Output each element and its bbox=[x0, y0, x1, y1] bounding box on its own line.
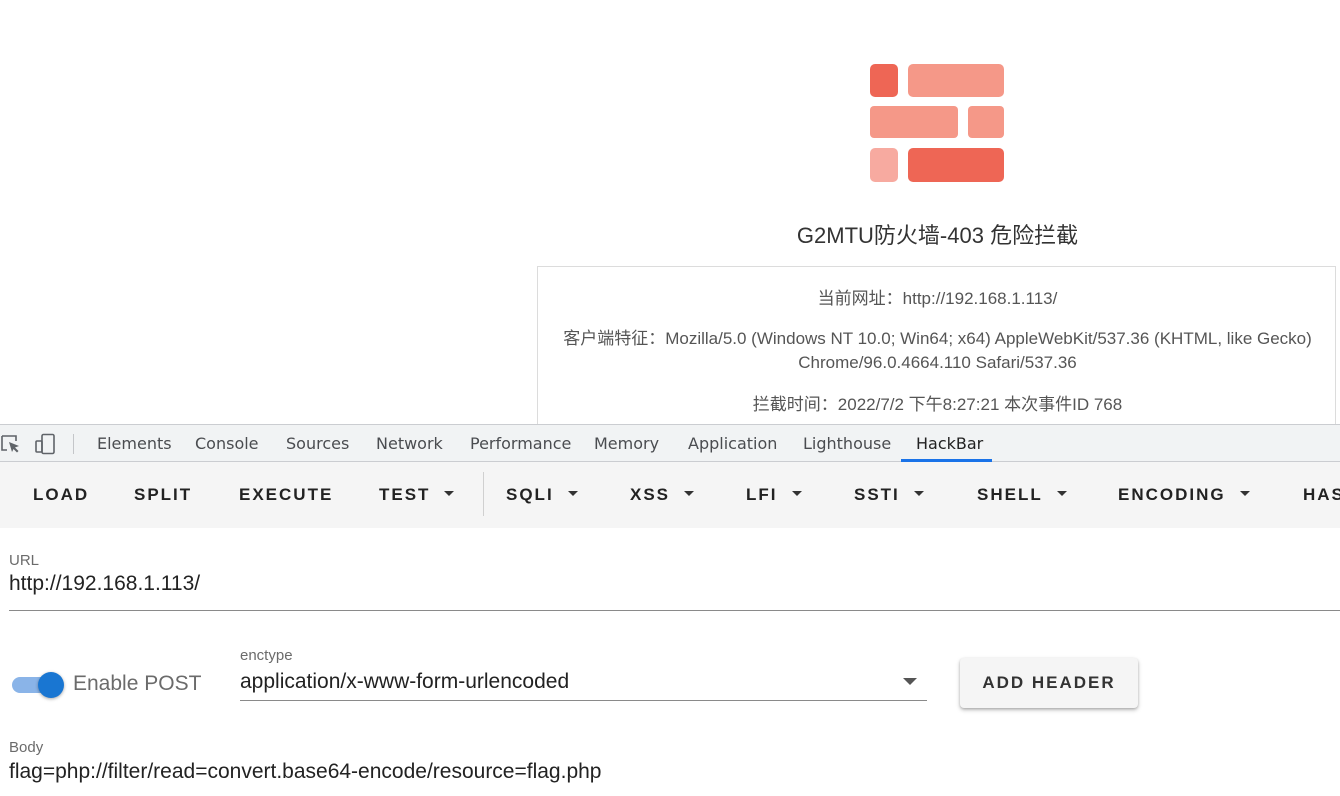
current-url-text: 当前网址：http://192.168.1.113/ bbox=[817, 289, 1058, 308]
test-menu-label: TEST bbox=[379, 485, 431, 504]
body-label: Body bbox=[9, 739, 44, 756]
enctype-select[interactable]: application/x-www-form-urlencoded bbox=[240, 670, 569, 694]
firewall-brick-logo bbox=[870, 64, 1004, 182]
url-input-underline bbox=[9, 610, 1340, 611]
caret-down-icon bbox=[1239, 491, 1250, 497]
lfi-menu-label: LFI bbox=[746, 485, 778, 504]
devtools-panel: Elements Console Sources Network Perform… bbox=[0, 424, 1340, 796]
inspect-element-icon[interactable] bbox=[0, 433, 22, 455]
encoding-menu-button[interactable]: ENCODING bbox=[1118, 462, 1250, 528]
hashing-menu-button[interactable]: HAS bbox=[1303, 462, 1340, 528]
caret-down-icon bbox=[444, 491, 455, 497]
caret-down-icon bbox=[791, 491, 802, 497]
enctype-select-underline bbox=[240, 700, 927, 701]
tab-network[interactable]: Network bbox=[376, 425, 443, 462]
block-info-box: 当前网址：http://192.168.1.113/ 客户端特征：Mozilla… bbox=[537, 266, 1336, 424]
body-input[interactable]: flag=php://filter/read=convert.base64-en… bbox=[9, 760, 601, 784]
hackbar-toolbar: LOAD SPLIT EXECUTE TEST SQLI XSS LFI SST… bbox=[0, 462, 1340, 528]
devtools-tab-bar: Elements Console Sources Network Perform… bbox=[0, 424, 1340, 462]
caret-down-icon bbox=[684, 491, 695, 497]
ssti-menu-label: SSTI bbox=[854, 485, 900, 504]
encoding-menu-label: ENCODING bbox=[1118, 485, 1226, 504]
split-button[interactable]: SPLIT bbox=[134, 462, 192, 528]
enable-post-label: Enable POST bbox=[73, 672, 202, 695]
tab-elements[interactable]: Elements bbox=[97, 425, 172, 462]
dropdown-arrow-icon[interactable] bbox=[903, 678, 917, 685]
user-agent-text: 客户端特征：Mozilla/5.0 (Windows NT 10.0; Win6… bbox=[563, 329, 1312, 372]
ssti-menu-button[interactable]: SSTI bbox=[854, 462, 924, 528]
enable-post-toggle[interactable] bbox=[12, 672, 64, 698]
shell-menu-label: SHELL bbox=[977, 485, 1043, 504]
device-toolbar-icon[interactable] bbox=[34, 433, 56, 455]
test-menu-button[interactable]: TEST bbox=[379, 462, 455, 528]
page-title: G2MTU防火墙-403 危险拦截 bbox=[796, 223, 1079, 248]
execute-button[interactable]: EXECUTE bbox=[239, 462, 333, 528]
tab-memory[interactable]: Memory bbox=[594, 425, 659, 462]
sqli-menu-button[interactable]: SQLI bbox=[506, 462, 578, 528]
xss-menu-label: XSS bbox=[630, 485, 671, 504]
tab-sources[interactable]: Sources bbox=[286, 425, 349, 462]
enctype-label: enctype bbox=[240, 647, 293, 664]
firewall-block-page: G2MTU防火墙-403 危险拦截 当前网址：http://192.168.1.… bbox=[0, 0, 1340, 424]
toggle-knob bbox=[38, 672, 64, 698]
sqli-menu-label: SQLI bbox=[506, 485, 554, 504]
load-button[interactable]: LOAD bbox=[33, 462, 89, 528]
toolbar-divider bbox=[73, 434, 74, 454]
lfi-menu-button[interactable]: LFI bbox=[746, 462, 802, 528]
url-label: URL bbox=[9, 552, 40, 569]
caret-down-icon bbox=[567, 491, 578, 497]
shell-menu-button[interactable]: SHELL bbox=[977, 462, 1067, 528]
caret-down-icon bbox=[1056, 491, 1067, 497]
toolbar-separator bbox=[483, 472, 484, 516]
caret-down-icon bbox=[913, 491, 924, 497]
tab-console[interactable]: Console bbox=[195, 425, 259, 462]
tab-application[interactable]: Application bbox=[688, 425, 777, 462]
url-input[interactable]: http://192.168.1.113/ bbox=[9, 572, 200, 596]
xss-menu-button[interactable]: XSS bbox=[630, 462, 695, 528]
add-header-button[interactable]: ADD HEADER bbox=[960, 658, 1138, 708]
tab-performance[interactable]: Performance bbox=[470, 425, 571, 462]
tab-lighthouse[interactable]: Lighthouse bbox=[803, 425, 891, 462]
intercept-time-text: 拦截时间：2022/7/2 下午8:27:21 本次事件ID 768 bbox=[752, 395, 1123, 414]
tab-hackbar[interactable]: HackBar bbox=[916, 425, 983, 462]
